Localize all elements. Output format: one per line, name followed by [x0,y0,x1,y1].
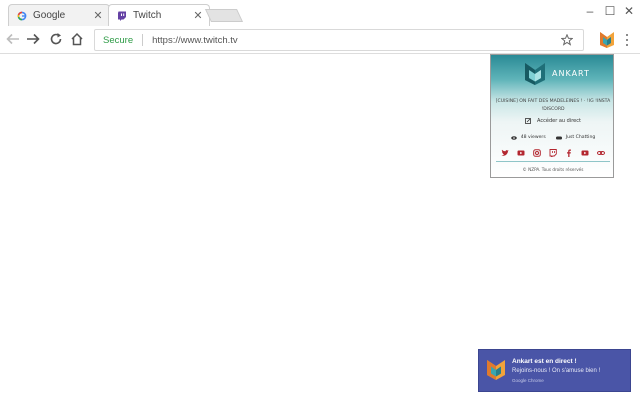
category-stat: Just Chatting [555,135,596,140]
stream-stats: 48 viewers Just Chatting [491,135,615,140]
live-notification[interactable]: Ankart est en direct ! Rejoins-nous ! On… [478,349,631,392]
twitch-icon[interactable] [549,149,557,157]
omnibox-divider [142,34,144,46]
tab-google[interactable]: Google ✕ [8,4,110,26]
extension-popup: ANKART [CUISINE] ON FAIT DES MADELEINES … [490,54,614,178]
notification-body: Rejoins-nous ! On s'amuse bien ! [512,368,601,374]
eye-icon [510,135,517,140]
external-link-icon [525,118,531,124]
close-icon[interactable]: ✕ [191,9,205,23]
browser-toolbar: Secure https://www.twitch.tv [0,26,640,54]
instagram-icon[interactable] [533,149,541,157]
gamepad-icon [555,136,562,140]
viewers-count: 48 viewers [520,135,546,140]
twitter-icon[interactable] [501,149,509,157]
popup-divider [496,161,610,162]
maximize-button[interactable]: ☐ [603,4,617,18]
google-icon [17,11,27,21]
notification-title: Ankart est en direct ! [512,358,577,365]
tab-label: Twitch [133,10,162,21]
url-text[interactable]: https://www.twitch.tv [152,35,559,46]
link-icon[interactable] [597,149,605,157]
popup-footer: © NZPA. Tous droits réservés [522,167,584,172]
youtube-icon[interactable] [581,149,589,157]
new-tab-button[interactable] [204,9,244,22]
title-bar: Google ✕ Twitch ✕ – ☐ ✕ [0,0,640,28]
live-link[interactable]: Accéder au direct [491,118,615,124]
menu-dots-icon[interactable] [622,32,632,48]
social-links [501,148,605,158]
stream-title: [CUISINE] ON FAIT DES MADELEINES ! · !IG… [495,99,611,112]
forward-arrow-icon[interactable] [24,30,42,48]
home-icon[interactable] [68,30,86,48]
secure-label: Secure [103,34,134,46]
reload-icon[interactable] [47,30,65,48]
ankart-logo-icon [486,359,506,381]
viewers-stat: 48 viewers [510,135,546,140]
twitch-icon [117,11,127,21]
tab-twitch[interactable]: Twitch ✕ [108,4,210,26]
close-window-button[interactable]: ✕ [622,4,636,18]
youtube-icon[interactable] [517,149,525,157]
category-name: Just Chatting [565,135,596,140]
live-link-label[interactable]: Accéder au direct [537,118,581,124]
notification-source: Google Chrome [512,378,544,383]
bookmark-star-icon[interactable] [559,32,575,48]
channel-name: ANKART [552,69,590,78]
close-icon[interactable]: ✕ [91,9,105,23]
ankart-extension-icon[interactable] [598,31,616,49]
facebook-icon[interactable] [565,149,573,157]
ankart-logo-icon [523,62,547,86]
tab-label: Google [33,10,66,21]
address-bar[interactable]: Secure https://www.twitch.tv [94,29,584,51]
back-arrow-icon[interactable] [4,30,22,48]
minimize-button[interactable]: – [583,4,597,18]
